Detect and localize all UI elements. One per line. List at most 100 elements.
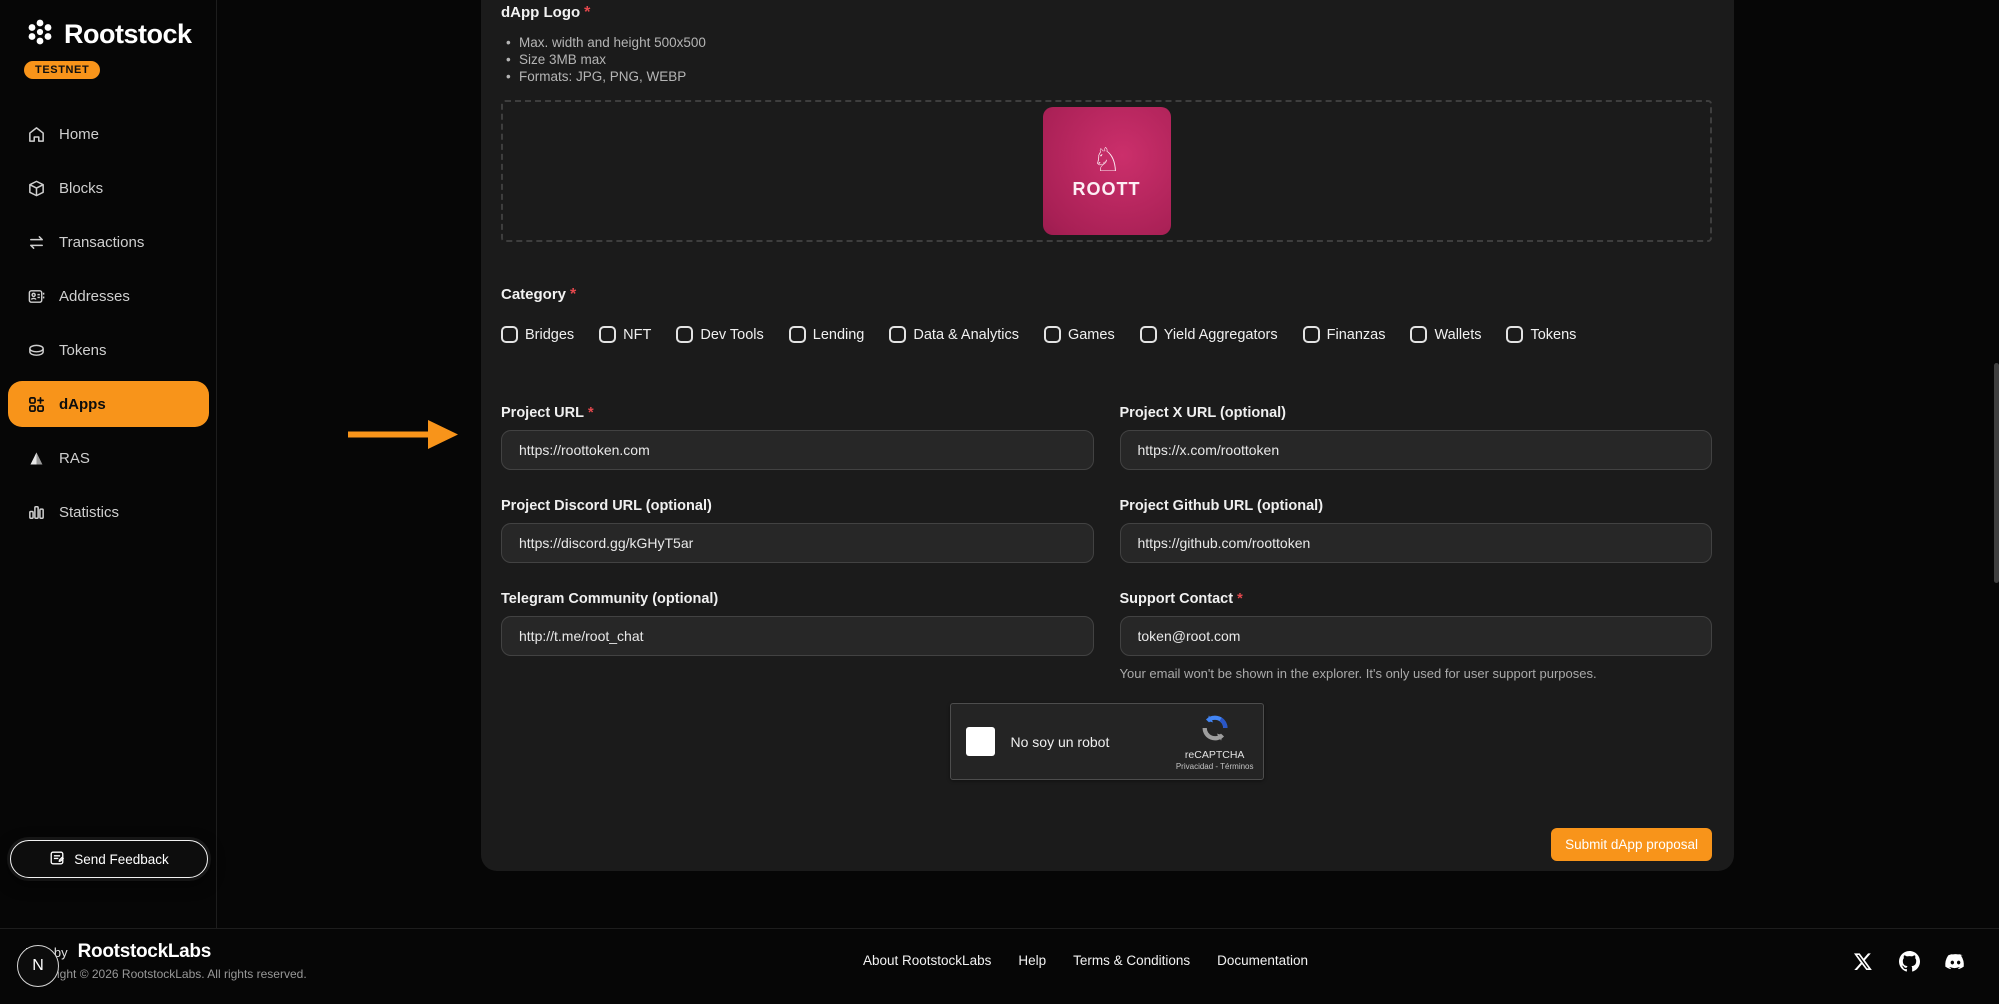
footer-link-help[interactable]: Help: [1018, 953, 1046, 968]
category-checkbox-tokens[interactable]: Tokens: [1506, 326, 1576, 343]
checkbox-icon[interactable]: [1506, 326, 1523, 343]
swap-arrows-icon: [26, 232, 46, 252]
category-options: Bridges NFT Dev Tools Lending Data & Ana…: [501, 326, 1712, 343]
coin-icon: [26, 340, 46, 360]
x-twitter-icon[interactable]: [1851, 949, 1875, 973]
sidebar-item-addresses[interactable]: Addresses: [0, 269, 217, 323]
sidebar-item-transactions[interactable]: Transactions: [0, 215, 217, 269]
checkbox-icon[interactable]: [1410, 326, 1427, 343]
checkbox-icon[interactable]: [1044, 326, 1061, 343]
checkbox-icon[interactable]: [1303, 326, 1320, 343]
testnet-badge: TESTNET: [24, 61, 100, 79]
recaptcha-brand-text: reCAPTCHA: [1185, 749, 1245, 761]
telegram-community-input[interactable]: [501, 616, 1094, 656]
category-checkbox-data-analytics[interactable]: Data & Analytics: [889, 326, 1019, 343]
project-github-url-field: Project Github URL (optional): [1120, 498, 1713, 563]
project-discord-url-input[interactable]: [501, 523, 1094, 563]
checkbox-icon[interactable]: [501, 326, 518, 343]
footer: Built by RootstockLabs Copyright © 2026 …: [0, 928, 1999, 1004]
checkbox-icon[interactable]: [889, 326, 906, 343]
footer-links: About RootstockLabs Help Terms & Conditi…: [863, 953, 1308, 968]
footer-social-icons: [1851, 949, 1967, 973]
sidebar-item-label: Home: [59, 126, 99, 143]
app-grid-icon: [26, 394, 46, 414]
dapp-logo-section: dApp Logo* Max. width and height 500x500…: [501, 4, 1712, 242]
cube-icon: [26, 178, 46, 198]
github-icon[interactable]: [1897, 949, 1921, 973]
logo-requirement: Formats: JPG, PNG, WEBP: [501, 68, 1712, 85]
sidebar-item-label: RAS: [59, 450, 90, 467]
support-contact-field: Support Contact* Your email won't be sho…: [1120, 591, 1713, 681]
recaptcha-label: No soy un robot: [1011, 734, 1110, 750]
category-checkbox-wallets[interactable]: Wallets: [1410, 326, 1481, 343]
submit-dapp-proposal-button[interactable]: Submit dApp proposal: [1551, 828, 1712, 861]
category-checkbox-games[interactable]: Games: [1044, 326, 1115, 343]
project-github-url-input[interactable]: [1120, 523, 1713, 563]
sidebar-item-home[interactable]: Home: [0, 107, 217, 161]
project-discord-url-field: Project Discord URL (optional): [501, 498, 1094, 563]
sidebar-nav: Home Blocks Transactions Addresses Token…: [0, 107, 217, 539]
rootstock-flower-icon: [24, 16, 56, 53]
project-x-url-field: Project X URL (optional): [1120, 405, 1713, 470]
sidebar-item-ras[interactable]: RAS: [0, 431, 217, 485]
project-url-field: Project URL*: [501, 405, 1094, 470]
checkbox-icon[interactable]: [1140, 326, 1157, 343]
sidebar-item-tokens[interactable]: Tokens: [0, 323, 217, 377]
contact-card-icon: [26, 286, 46, 306]
required-asterisk: *: [584, 4, 590, 21]
dapp-logo-label: dApp Logo: [501, 4, 580, 21]
checkbox-icon[interactable]: [789, 326, 806, 343]
logo-requirement: Max. width and height 500x500: [501, 34, 1712, 51]
logo-requirements-list: Max. width and height 500x500 Size 3MB m…: [501, 34, 1712, 85]
feedback-note-icon: [49, 850, 65, 869]
sidebar-item-label: Addresses: [59, 288, 130, 305]
send-feedback-button[interactable]: Send Feedback: [10, 840, 208, 878]
logo-requirement: Size 3MB max: [501, 51, 1712, 68]
logo-upload-dropzone[interactable]: ♘ ROOTT: [501, 100, 1712, 242]
project-x-url-input[interactable]: [1120, 430, 1713, 470]
footer-brand-name[interactable]: RootstockLabs: [78, 941, 211, 963]
sidebar-item-blocks[interactable]: Blocks: [0, 161, 217, 215]
checkbox-icon[interactable]: [676, 326, 693, 343]
sidebar-item-label: Blocks: [59, 180, 103, 197]
submit-row: Submit dApp proposal: [501, 828, 1712, 861]
copyright-text: Copyright © 2026 RootstockLabs. All righ…: [25, 967, 307, 981]
sidebar-item-label: dApps: [59, 396, 106, 413]
recaptcha-privacy-links[interactable]: Privacidad - Términos: [1176, 762, 1254, 771]
footer-link-terms[interactable]: Terms & Conditions: [1073, 953, 1190, 968]
support-contact-input[interactable]: [1120, 616, 1713, 656]
dapp-proposal-form-panel: dApp Logo* Max. width and height 500x500…: [481, 0, 1734, 871]
recaptcha-branding: reCAPTCHA Privacidad - Términos: [1176, 713, 1254, 771]
category-checkbox-finanzas[interactable]: Finanzas: [1303, 326, 1386, 343]
project-url-input[interactable]: [501, 430, 1094, 470]
brand-name: Rootstock: [64, 19, 192, 50]
telegram-community-field: Telegram Community (optional): [501, 591, 1094, 681]
notification-avatar-badge[interactable]: N: [17, 945, 59, 987]
recaptcha-checkbox[interactable]: [966, 727, 995, 756]
footer-link-about[interactable]: About RootstockLabs: [863, 953, 991, 968]
sidebar-item-label: Transactions: [59, 234, 144, 251]
category-checkbox-nft[interactable]: NFT: [599, 326, 651, 343]
sidebar-item-statistics[interactable]: Statistics: [0, 485, 217, 539]
brand-logo[interactable]: Rootstock: [0, 0, 216, 53]
pointer-arrow-annotation: [348, 418, 458, 455]
sidebar-item-label: Tokens: [59, 342, 107, 359]
checkbox-icon[interactable]: [599, 326, 616, 343]
category-checkbox-lending[interactable]: Lending: [789, 326, 865, 343]
required-asterisk: *: [570, 286, 576, 303]
sidebar-item-label: Statistics: [59, 504, 119, 521]
scrollbar-thumb[interactable]: [1994, 363, 1999, 583]
required-asterisk: *: [588, 405, 594, 421]
recaptcha-logo-icon: [1200, 713, 1230, 748]
category-checkbox-dev-tools[interactable]: Dev Tools: [676, 326, 763, 343]
sidebar: Rootstock TESTNET Home Blocks Transactio…: [0, 0, 217, 928]
url-fields-grid: Project URL* Project X URL (optional) Pr…: [501, 405, 1712, 681]
triangle-icon: [26, 448, 46, 468]
logo-preview-tile[interactable]: ♘ ROOTT: [1043, 107, 1171, 235]
discord-icon[interactable]: [1943, 949, 1967, 973]
category-checkbox-bridges[interactable]: Bridges: [501, 326, 574, 343]
sidebar-item-dapps[interactable]: dApps: [8, 381, 209, 427]
category-checkbox-yield-aggregators[interactable]: Yield Aggregators: [1140, 326, 1278, 343]
footer-link-documentation[interactable]: Documentation: [1217, 953, 1308, 968]
support-contact-helper-text: Your email won't be shown in the explore…: [1120, 666, 1713, 681]
